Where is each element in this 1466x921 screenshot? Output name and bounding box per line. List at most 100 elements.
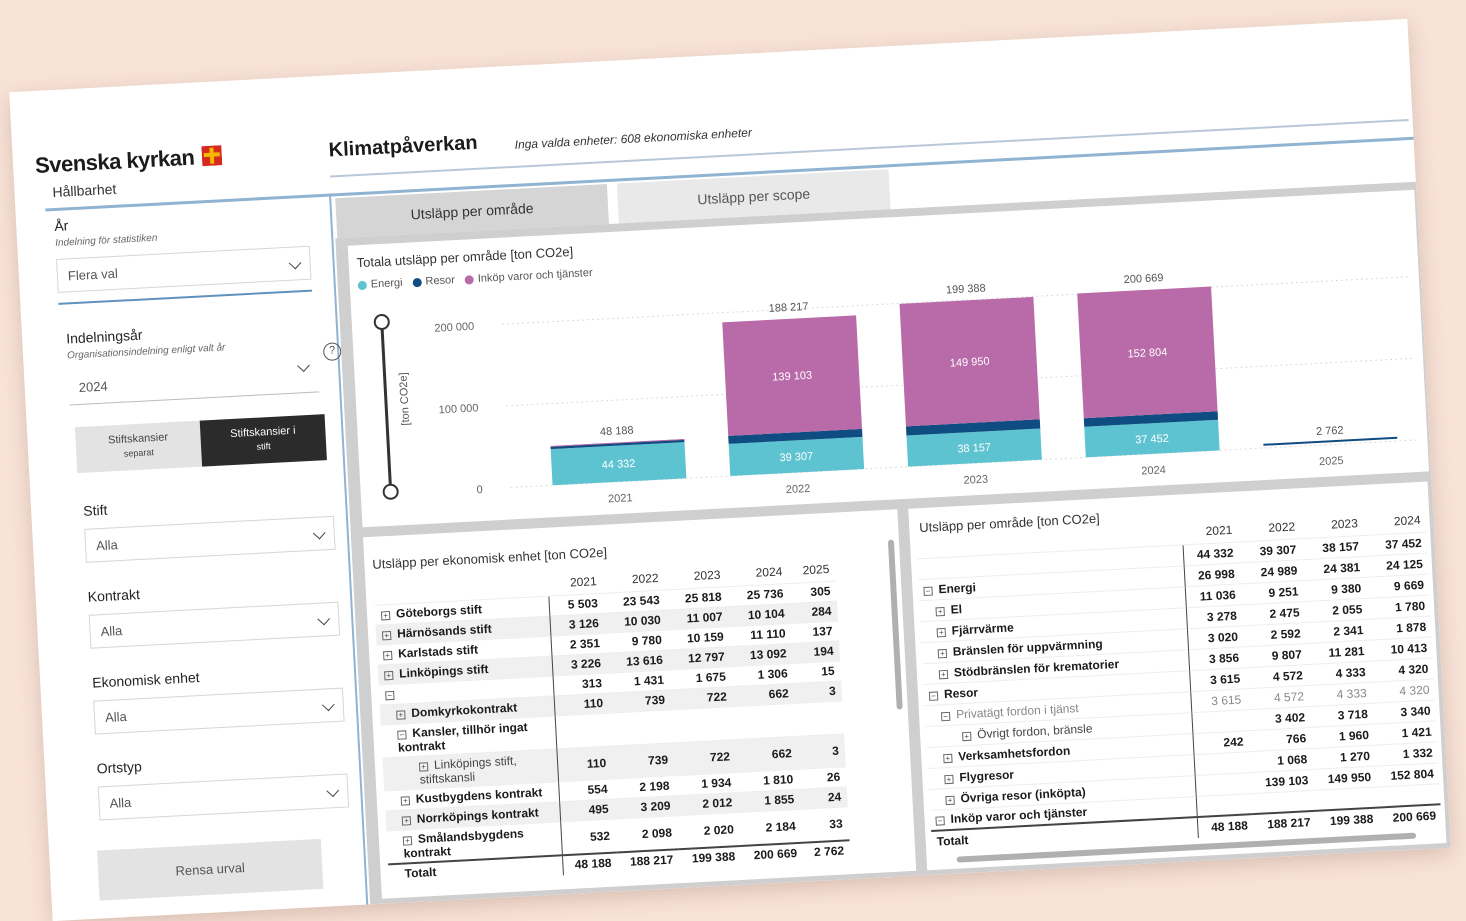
- unit-table-title: Utsläpp per ekonomisk enhet [ton CO2e]: [372, 544, 608, 572]
- expand-icon[interactable]: +: [962, 731, 972, 741]
- total-label: 200 669: [1123, 272, 1163, 286]
- area-table-panel: Utsläpp per område [ton CO2e] 2021 2022 20…: [908, 481, 1447, 871]
- table-cell: [1191, 709, 1248, 734]
- column-header[interactable]: 2024: [726, 559, 789, 586]
- table-cell: 532: [560, 818, 617, 855]
- expand-icon[interactable]: +: [935, 606, 945, 616]
- economic-unit-value: Alla: [104, 708, 128, 726]
- total-label: 188 217: [768, 301, 808, 315]
- expand-icon[interactable]: +: [402, 835, 413, 846]
- table-cell: 3: [794, 680, 843, 703]
- expand-icon[interactable]: +: [938, 669, 949, 679]
- total-label: 2 762: [1316, 425, 1344, 438]
- chevron-down-icon: [317, 612, 331, 626]
- year-dropdown[interactable]: Flera val: [56, 245, 312, 293]
- row-label-text: Flygresor: [959, 767, 1015, 784]
- collapse-icon[interactable]: −: [940, 711, 951, 721]
- divider: [58, 289, 313, 305]
- row-label-text: Energi: [938, 579, 977, 596]
- total-cell: 188 217: [1252, 810, 1317, 836]
- column-header[interactable]: 2023: [1299, 511, 1363, 538]
- expand-icon[interactable]: +: [944, 774, 954, 784]
- legend-item-energi[interactable]: Energi: [357, 277, 403, 291]
- column-header[interactable]: 2024: [1362, 508, 1426, 535]
- diocese-value: Alla: [95, 537, 119, 554]
- zoom-slider-handle[interactable]: [373, 314, 390, 331]
- table-cell: 3 856: [1188, 646, 1245, 671]
- column-header[interactable]: 2022: [602, 566, 665, 593]
- data-label: 39 307: [779, 451, 813, 465]
- table-cell: [795, 700, 844, 736]
- legend-item-resor[interactable]: Resor: [412, 274, 455, 288]
- expand-icon[interactable]: +: [418, 761, 429, 772]
- clear-selection-button[interactable]: Rensa urval: [97, 838, 324, 901]
- table-cell: 3: [796, 733, 846, 769]
- table-cell: 3 020: [1186, 625, 1244, 650]
- table-cell: 11 036: [1184, 583, 1242, 608]
- expand-icon[interactable]: +: [943, 753, 953, 763]
- expand-icon[interactable]: +: [380, 610, 391, 621]
- column-header[interactable]: 2021: [1181, 518, 1238, 545]
- option-sublabel: stift: [256, 441, 271, 452]
- table-cell: [1195, 793, 1253, 818]
- collapse-icon[interactable]: −: [923, 586, 933, 596]
- expand-icon[interactable]: +: [400, 796, 411, 806]
- expand-icon[interactable]: +: [401, 816, 412, 826]
- table-cell: 3 615: [1189, 667, 1246, 692]
- row-label-text: Fjärrvärme: [951, 619, 1015, 638]
- table-cell: 26: [798, 766, 847, 789]
- table-cell: 26 998: [1183, 562, 1241, 587]
- expand-icon[interactable]: +: [381, 630, 392, 641]
- total-cell: 199 388: [678, 845, 742, 869]
- place-type-dropdown[interactable]: Alla: [97, 773, 350, 821]
- column-header[interactable]: 2025: [788, 557, 836, 583]
- collapse-icon[interactable]: −: [935, 816, 945, 826]
- expand-icon[interactable]: +: [937, 648, 948, 658]
- row-label-text: Karlstads stift: [397, 642, 479, 661]
- collapse-icon[interactable]: −: [385, 690, 395, 701]
- row-label-text: Smålandsbygdens kontrakt: [403, 825, 525, 861]
- table-cell: 3 615: [1190, 688, 1247, 713]
- expand-icon[interactable]: +: [945, 795, 955, 805]
- filter-sidebar: År Indelning för statistiken Flera val I…: [44, 204, 360, 918]
- collapse-icon[interactable]: −: [397, 729, 407, 740]
- total-cell: 48 188: [1196, 814, 1254, 839]
- table-cell: 284: [789, 600, 839, 624]
- table-cell: [1193, 751, 1251, 776]
- table-cell: 24: [799, 786, 848, 809]
- column-header[interactable]: 2023: [664, 562, 727, 589]
- table-cell: [554, 712, 612, 749]
- division-year-value: 2024: [78, 378, 109, 395]
- page-title: Klimatpåverkan: [328, 131, 479, 162]
- x-tick-label: 2022: [786, 483, 811, 496]
- division-year-dropdown[interactable]: 2024: [67, 358, 320, 406]
- table-cell: 662: [735, 735, 799, 773]
- row-label-text: Resor: [943, 684, 979, 701]
- row-label-text: Övrigt fordon, bränsle: [976, 720, 1093, 741]
- chancery-separate-option[interactable]: Stiftskansier separat: [74, 420, 203, 474]
- contract-dropdown[interactable]: Alla: [88, 601, 341, 649]
- zoom-slider-handle[interactable]: [382, 483, 399, 500]
- data-label: 44 332: [601, 458, 635, 472]
- x-tick-label: 2025: [1319, 455, 1344, 468]
- table-cell: 2 184: [738, 808, 803, 846]
- vertical-scrollbar[interactable]: [887, 539, 903, 710]
- table-cell: 33: [800, 806, 850, 843]
- collapse-icon[interactable]: −: [928, 690, 939, 701]
- total-cell: 200 669: [1377, 804, 1442, 829]
- diocese-dropdown[interactable]: Alla: [84, 515, 336, 563]
- expand-icon[interactable]: +: [383, 650, 393, 661]
- y-tick-label: 0: [476, 484, 483, 496]
- expand-icon[interactable]: +: [396, 710, 406, 720]
- chancery-in-diocese-option[interactable]: Stiftskansier i stift: [199, 414, 327, 467]
- data-label: 139 103: [772, 370, 812, 384]
- column-header[interactable]: 2022: [1237, 514, 1301, 541]
- expand-icon[interactable]: +: [384, 670, 394, 681]
- option-sublabel: separat: [123, 447, 155, 459]
- contract-title: Kontrakt: [87, 586, 141, 605]
- expand-icon[interactable]: +: [936, 627, 947, 637]
- table-cell: 2 098: [615, 815, 679, 852]
- total-cell: 48 188: [561, 851, 618, 875]
- economic-unit-dropdown[interactable]: Alla: [93, 687, 345, 735]
- column-header[interactable]: 2021: [547, 569, 603, 596]
